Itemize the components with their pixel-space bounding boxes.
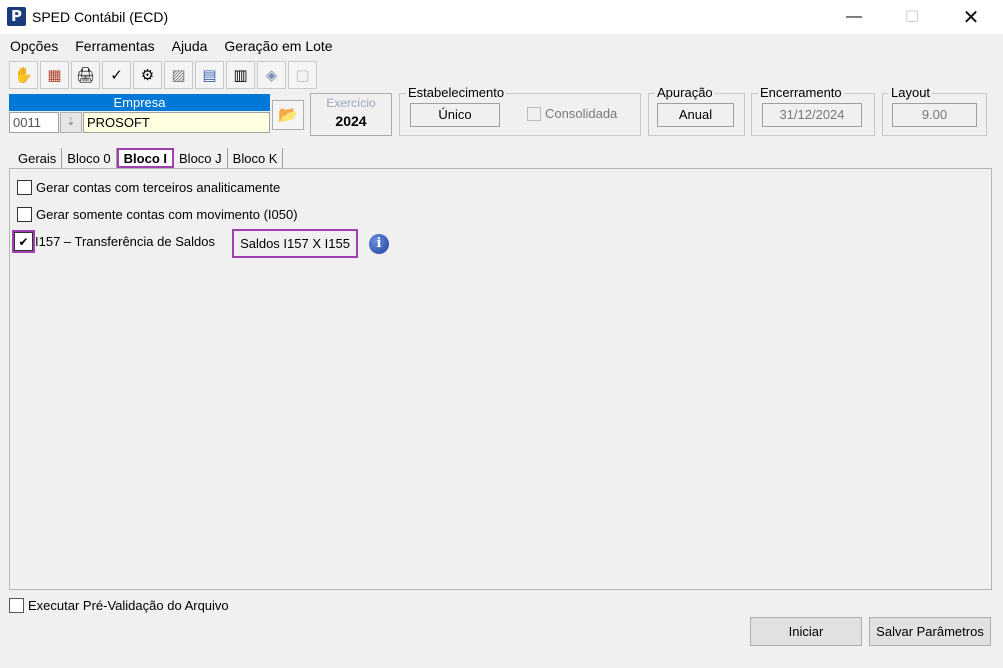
gears-icon[interactable]: ⚙ [133,61,162,89]
empresa-header: Empresa [9,94,270,111]
prevalidacao-label: Executar Pré-Validação do Arquivo [28,598,229,613]
tab-strip: Gerais Bloco 0 Bloco I Bloco J Bloco K [13,144,284,168]
apuracao-label: Apuração [655,85,715,100]
empresa-code-field[interactable]: 0011 [9,112,59,133]
window-title: SPED Contábil (ECD) [32,9,169,25]
printer-icon[interactable]: 🖨 [71,61,100,89]
tab-gerais[interactable]: Gerais [13,148,63,168]
i157-checkbox[interactable]: ✔ [12,230,35,253]
info-icon[interactable]: i [369,234,389,254]
estabelecimento-label: Estabelecimento [406,85,507,100]
encerramento-field: 31/12/2024 [762,103,862,127]
disabled-doc-icon: ▢ [288,61,317,89]
i157-option[interactable]: ✔ I157 – Transferência de Saldos [12,230,215,253]
app-logo-icon: P [7,7,26,26]
consolidada-label: Consolidada [545,106,618,121]
estabelecimento-field[interactable]: Único [410,103,500,127]
menu-ferramentas[interactable]: Ferramentas [75,38,154,54]
exercicio-box[interactable]: Exercício 2024 [310,93,392,136]
terceiros-checkbox[interactable] [17,180,32,195]
apuracao-group: Apuração Anual [648,85,745,136]
bloco-i-panel: Gerar contas com terceiros analiticament… [9,168,992,590]
exercicio-label: Exercício [326,96,376,110]
encerramento-label: Encerramento [758,85,844,100]
menu-geracao-lote[interactable]: Geração em Lote [224,38,332,54]
document-icon[interactable]: ▤ [195,61,224,89]
consolidada-checkbox: Consolidada [527,106,617,121]
movimento-checkbox[interactable] [17,207,32,222]
menu-ajuda[interactable]: Ajuda [172,38,208,54]
toolbar: ✋ ▦ 🖨 ✓ ⚙ ▨ ▤ ▥ ◈ ▢ [9,61,317,91]
hand-icon[interactable]: ✋ [9,61,38,89]
tab-bloco-0[interactable]: Bloco 0 [62,148,117,168]
title-bar: P SPED Contábil (ECD) — ☐ ✕ [0,0,1003,34]
menu-opcoes[interactable]: Opções [10,38,58,54]
terceiros-option[interactable]: Gerar contas com terceiros analiticament… [17,180,280,195]
salvar-parametros-button[interactable]: Salvar Parâmetros [869,617,991,646]
open-folder-button[interactable]: 📂 [272,100,304,130]
encerramento-group: Encerramento 31/12/2024 [751,85,875,136]
consolidada-box [527,106,541,121]
iniciar-button[interactable]: Iniciar [750,617,862,646]
movimento-option[interactable]: Gerar somente contas com movimento (I050… [17,207,298,222]
tables-icon[interactable]: ▦ [40,61,69,89]
terceiros-label: Gerar contas com terceiros analiticament… [36,180,281,195]
layout-field: 9.00 [892,103,977,127]
empresa-spin-icon[interactable]: ⇣ [60,112,82,133]
menu-bar: Opções Ferramentas Ajuda Geração em Lote [0,34,1003,58]
close-button[interactable]: ✕ [948,0,994,34]
tab-bloco-k[interactable]: Bloco K [228,148,284,168]
scissors-icon[interactable]: ▨ [164,61,193,89]
saldos-i157-i155-button[interactable]: Saldos I157 X I155 [232,229,358,258]
estabelecimento-group: Estabelecimento Único Consolidada [399,85,641,136]
folder-icon: 📂 [278,107,298,124]
prevalidacao-checkbox[interactable] [9,598,24,613]
cube-icon[interactable]: ◈ [257,61,286,89]
movimento-label: Gerar somente contas com movimento (I050… [36,207,298,222]
empresa-name-field[interactable]: PROSOFT [83,112,270,133]
prevalidacao-option[interactable]: Executar Pré-Validação do Arquivo [9,598,229,613]
exercicio-year: 2024 [335,113,367,129]
i157-label: I157 – Transferência de Saldos [35,234,215,249]
minimize-button[interactable]: — [831,0,877,34]
report-icon[interactable]: ▥ [226,61,255,89]
maximize-button[interactable]: ☐ [889,0,935,34]
tab-bloco-i[interactable]: Bloco I [116,148,175,168]
layout-label: Layout [889,85,933,100]
layout-group: Layout 9.00 [882,85,987,136]
tab-bloco-j[interactable]: Bloco J [174,148,228,168]
apuracao-field[interactable]: Anual [657,103,734,127]
check-icon[interactable]: ✓ [102,61,131,89]
